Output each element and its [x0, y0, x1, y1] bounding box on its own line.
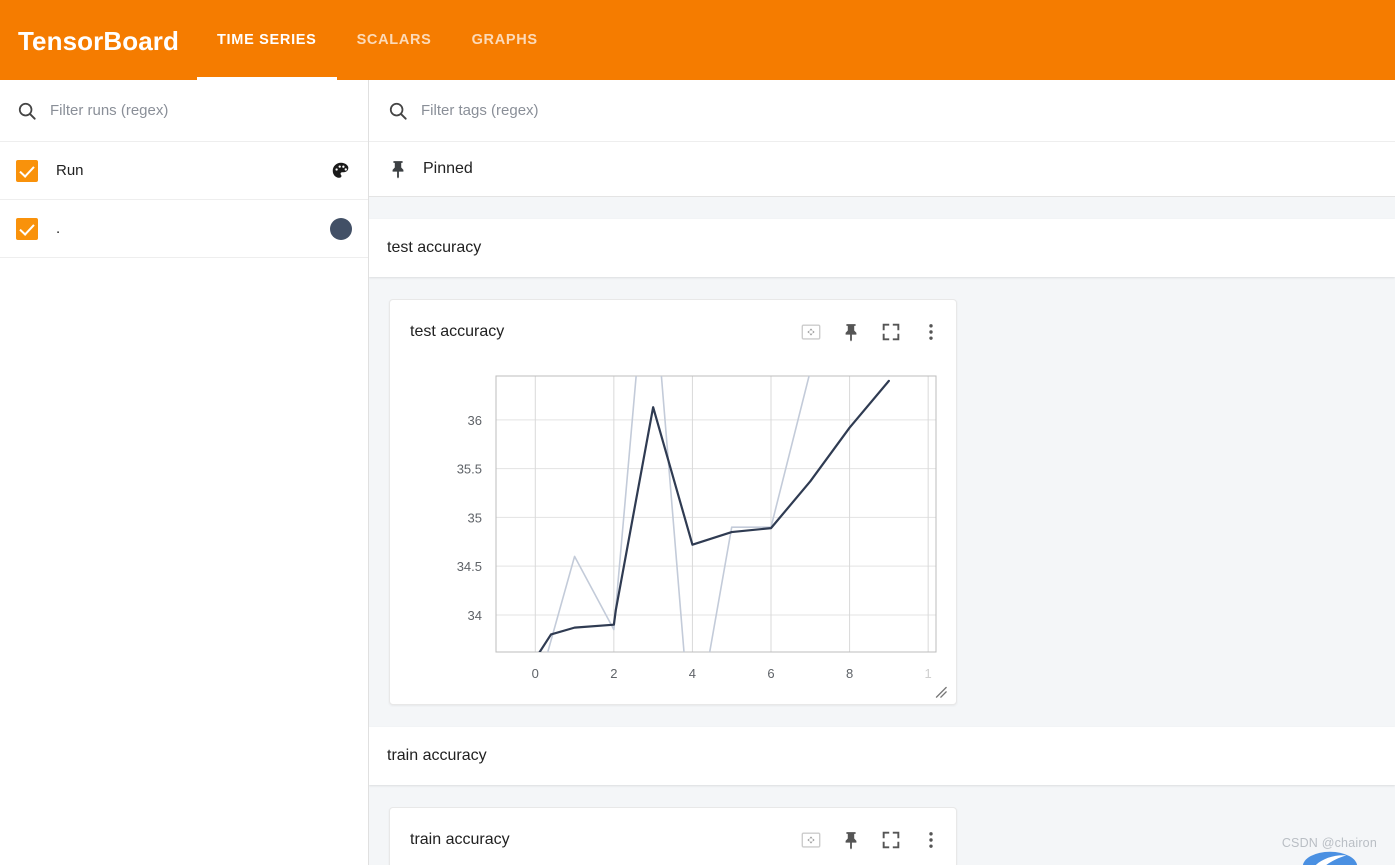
svg-text:6: 6: [767, 666, 774, 681]
chart-card-test-accuracy: test accuracy 34 34.5 35 35.5 36 0 2 4 6…: [389, 299, 957, 705]
tab-time-series[interactable]: TIME SERIES: [197, 0, 337, 80]
app-header: TensorBoard TIME SERIES SCALARS GRAPHS: [0, 0, 1395, 80]
runs-sidebar: Filter runs (regex) Run .: [0, 80, 369, 865]
main-tabs: TIME SERIES SCALARS GRAPHS: [197, 0, 558, 80]
svg-text:2: 2: [610, 666, 617, 681]
timeseries-main-panel: Filter tags (regex) Pinned test accuracy…: [369, 80, 1395, 865]
overflow-menu-icon[interactable]: [920, 829, 942, 851]
run-filter-placeholder[interactable]: Filter runs (regex): [50, 102, 168, 119]
group-header-train-accuracy-label: train accuracy: [387, 747, 487, 764]
pin-icon[interactable]: [840, 321, 862, 343]
chart-card-header: train accuracy: [390, 808, 956, 865]
chart-resize-handle[interactable]: [933, 684, 947, 698]
svg-text:4: 4: [689, 666, 696, 681]
pin-icon: [392, 161, 404, 179]
pinned-label: Pinned: [423, 160, 473, 177]
run-item[interactable]: .: [0, 200, 368, 258]
pin-icon[interactable]: [840, 829, 862, 851]
svg-text:36: 36: [468, 413, 482, 428]
panel-spacer-2: [369, 705, 1395, 727]
app-body: Filter runs (regex) Run . Filter tags (r…: [0, 80, 1395, 865]
chart-card-header: test accuracy: [390, 300, 956, 364]
runs-column-label: Run: [56, 162, 84, 179]
fit-domain-icon[interactable]: [800, 829, 822, 851]
svg-text:1: 1: [925, 666, 932, 681]
run-item-label: .: [56, 219, 61, 237]
group-header-train-accuracy[interactable]: train accuracy: [369, 727, 1395, 785]
group-header-test-accuracy[interactable]: test accuracy: [369, 219, 1395, 277]
chart-card-title: test accuracy: [410, 323, 505, 340]
search-icon: [389, 102, 407, 120]
svg-text:34.5: 34.5: [457, 559, 482, 574]
tag-filter-placeholder[interactable]: Filter tags (regex): [421, 102, 539, 119]
tab-scalars[interactable]: SCALARS: [337, 0, 452, 80]
svg-text:0: 0: [532, 666, 539, 681]
card-zone-train-accuracy: train accuracy: [369, 785, 1395, 865]
card-zone-test-accuracy: test accuracy 34 34.5 35 35.5 36 0 2 4 6…: [369, 277, 1395, 705]
fullscreen-icon[interactable]: [880, 321, 902, 343]
fullscreen-icon[interactable]: [880, 829, 902, 851]
group-header-test-accuracy-label: test accuracy: [387, 239, 482, 256]
run-checkbox[interactable]: [16, 217, 38, 240]
line-chart-svg[interactable]: 34 34.5 35 35.5 36 0 2 4 6 8 1: [390, 364, 958, 704]
app-brand: TensorBoard: [18, 26, 179, 56]
palette-icon[interactable]: [330, 160, 352, 182]
tab-scalars-label: SCALARS: [356, 32, 432, 48]
chart-card-title: train accuracy: [410, 831, 510, 848]
pinned-section-header[interactable]: Pinned: [369, 142, 1395, 197]
tag-filter-row[interactable]: Filter tags (regex): [369, 80, 1395, 142]
chart-plot-test-accuracy[interactable]: 34 34.5 35 35.5 36 0 2 4 6 8 1: [390, 364, 956, 704]
svg-text:8: 8: [846, 666, 853, 681]
search-icon: [18, 102, 36, 120]
chart-card-actions: [800, 321, 942, 343]
chart-card-actions: [800, 829, 942, 851]
chart-card-train-accuracy: train accuracy: [389, 807, 957, 865]
runs-header-row: Run: [0, 142, 368, 200]
overflow-menu-icon[interactable]: [920, 321, 942, 343]
svg-text:34: 34: [468, 608, 482, 623]
svg-text:35.5: 35.5: [457, 462, 482, 477]
run-color-swatch[interactable]: [330, 217, 352, 240]
tab-graphs[interactable]: GRAPHS: [452, 0, 558, 80]
fit-domain-icon[interactable]: [800, 321, 822, 343]
panel-spacer: [369, 197, 1395, 219]
svg-text:35: 35: [468, 510, 482, 525]
tab-time-series-label: TIME SERIES: [217, 32, 317, 48]
run-filter-row[interactable]: Filter runs (regex): [0, 80, 368, 142]
tab-graphs-label: GRAPHS: [471, 32, 538, 48]
select-all-runs-checkbox[interactable]: [16, 159, 38, 182]
